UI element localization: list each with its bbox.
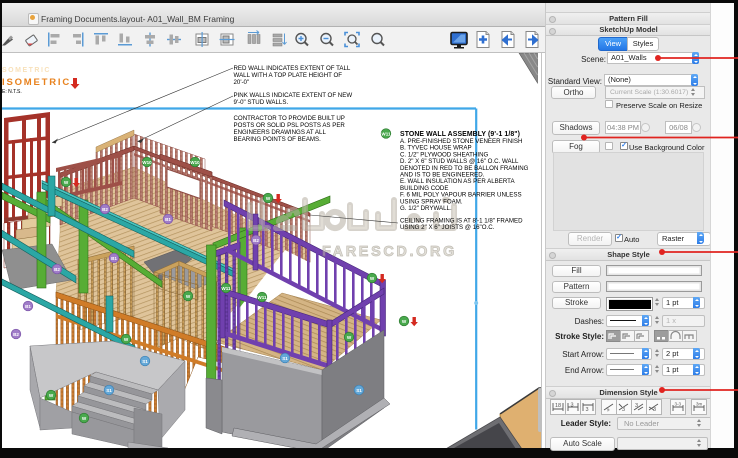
svg-text:S1: S1 [356, 388, 362, 393]
svg-text:SOMETRIC: SOMETRIC [2, 67, 51, 74]
svg-text:20'-0": 20'-0" [234, 79, 250, 86]
svg-text:W11: W11 [381, 131, 391, 136]
svg-text:3: 3 [653, 407, 656, 413]
svg-text:W: W [347, 335, 352, 340]
svg-text:B1: B1 [165, 217, 171, 222]
svg-text:B2: B2 [54, 267, 60, 272]
svg-text:3m: 3m [696, 402, 703, 407]
svg-text:S1: S1 [106, 388, 112, 393]
svg-text:RED WALL INDICATES EXTENT OF T: RED WALL INDICATES EXTENT OF TALL [234, 65, 351, 72]
svg-text:3: 3 [571, 403, 574, 409]
svg-text:B2: B2 [102, 207, 108, 212]
svg-text:3: 3 [622, 407, 625, 413]
svg-text:W: W [49, 393, 54, 398]
svg-text:S1: S1 [282, 356, 288, 361]
svg-text:W10: W10 [190, 160, 200, 165]
svg-text:W: W [402, 319, 407, 324]
svg-text:CONTRACTOR TO PROVIDE BUILT UP: CONTRACTOR TO PROVIDE BUILT UP [234, 115, 345, 122]
svg-text:B1: B1 [111, 256, 117, 261]
svg-text:3: 3 [586, 407, 589, 413]
svg-text:W: W [82, 416, 87, 421]
svg-text:W: W [266, 196, 271, 201]
svg-text:3-3: 3-3 [675, 402, 682, 407]
svg-text:FARESCD.ORG: FARESCD.ORG [322, 244, 457, 260]
svg-text:9'-0" STUD WALLS.: 9'-0" STUD WALLS. [234, 99, 289, 106]
svg-text:B2: B2 [253, 238, 259, 243]
svg-text:G. 1/2" DRYWALL.: G. 1/2" DRYWALL. [400, 205, 452, 212]
svg-text:18: 18 [555, 403, 561, 409]
svg-text:B1: B1 [25, 304, 31, 309]
svg-text:W: W [186, 294, 191, 299]
svg-text:B2: B2 [13, 332, 19, 337]
svg-text:ENGINEERS DRAWINGS AT ALL: ENGINEERS DRAWINGS AT ALL [234, 129, 327, 136]
svg-text:W10: W10 [142, 160, 152, 165]
svg-text:3: 3 [635, 403, 638, 409]
svg-text:USING 2" X 6" JOISTS @ 16"O.C.: USING 2" X 6" JOISTS @ 16"O.C. [400, 224, 495, 231]
svg-text:W: W [370, 276, 375, 281]
svg-text:BEARING POINTS OF BEAMS.: BEARING POINTS OF BEAMS. [234, 136, 322, 143]
svg-text:E: N.T.S.: E: N.T.S. [2, 89, 22, 95]
svg-text:S1: S1 [142, 359, 148, 364]
svg-text:W: W [124, 337, 129, 342]
svg-text:STONE WALL ASSEMBLY (9'-1 1/8": STONE WALL ASSEMBLY (9'-1 1/8") [400, 131, 520, 138]
svg-text:ISOMETRIC: ISOMETRIC [2, 77, 71, 88]
svg-text:WALL WITH A TOP PLATE HEIGHT O: WALL WITH A TOP PLATE HEIGHT OF [234, 72, 343, 79]
svg-text:POSTS OR SOLID PSL POSTS AS PE: POSTS OR SOLID PSL POSTS AS PER [234, 122, 346, 129]
svg-text:PINK WALLS INDICATE EXTENT OF: PINK WALLS INDICATE EXTENT OF NEW [234, 92, 353, 99]
svg-text:W: W [64, 180, 69, 185]
svg-text:W11: W11 [257, 295, 267, 300]
svg-text:W11: W11 [221, 286, 231, 291]
